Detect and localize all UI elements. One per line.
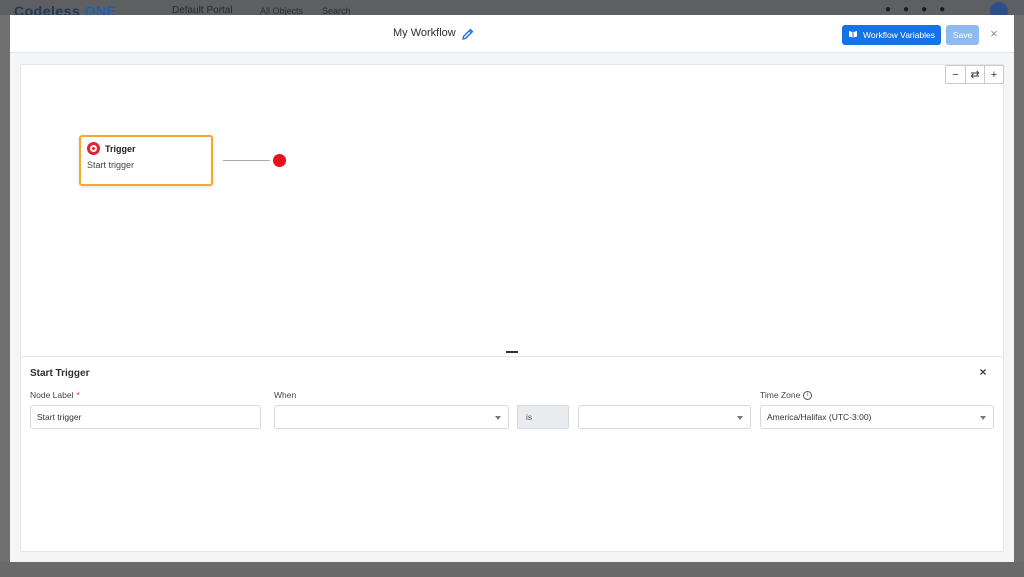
- node-label-input[interactable]: Start trigger: [30, 405, 261, 429]
- workflow-variables-button[interactable]: Workflow Variables: [842, 25, 941, 45]
- panel-close-icon[interactable]: ×: [977, 366, 989, 378]
- avatar: [990, 2, 1008, 15]
- add-node-handle[interactable]: [273, 154, 286, 167]
- close-icon[interactable]: ×: [987, 27, 1001, 41]
- node-title: Trigger: [105, 144, 136, 154]
- node-settings-panel: Start Trigger × Node Label * Start trigg…: [20, 356, 1004, 552]
- all-objects-menu: All Objects: [260, 6, 304, 15]
- node-subtitle: Start trigger: [87, 160, 135, 170]
- when-label: When: [274, 390, 296, 400]
- time-zone-label-text: Time Zone: [760, 390, 801, 400]
- node-label-value: Start trigger: [37, 412, 82, 422]
- portal-selector: Default Portal: [172, 5, 233, 15]
- chevron-down-icon: [495, 416, 501, 420]
- variables-icon: [848, 30, 858, 40]
- top-icons: ●●●●: [885, 4, 958, 15]
- zoom-in-button[interactable]: +: [984, 66, 1003, 83]
- workflow-canvas[interactable]: − ⇄ + Trigger Start trigger: [20, 64, 1004, 356]
- node-label-label: Node Label *: [30, 390, 80, 400]
- modal-header: My Workflow Workflow Variables Save ×: [10, 15, 1014, 53]
- node-label-text: Node Label: [30, 390, 74, 400]
- operator-text: is: [526, 412, 533, 422]
- info-icon[interactable]: i: [803, 390, 813, 400]
- workflow-variables-label: Workflow Variables: [863, 30, 935, 40]
- reset-view-button[interactable]: ⇄: [965, 66, 984, 83]
- trigger-node[interactable]: Trigger Start trigger: [79, 135, 213, 186]
- workflow-title: My Workflow: [393, 27, 456, 39]
- background-footer: [0, 562, 1024, 577]
- when-select[interactable]: [274, 405, 509, 429]
- when-label-text: When: [274, 390, 297, 400]
- operator-field: is: [517, 405, 569, 429]
- time-zone-label: Time Zone i: [760, 390, 813, 400]
- panel-resize-handle[interactable]: [506, 351, 518, 353]
- chevron-down-icon: [980, 416, 986, 420]
- chevron-down-icon: [737, 416, 743, 420]
- required-marker: *: [76, 390, 80, 400]
- title-wrap: My Workflow: [393, 27, 474, 40]
- time-zone-select[interactable]: America/Halifax (UTC-3:00): [760, 405, 994, 429]
- workflow-modal: My Workflow Workflow Variables Save × − …: [10, 15, 1014, 562]
- background-app-bar: Codeless ONE Default Portal All Objects …: [0, 0, 1024, 15]
- save-button[interactable]: Save: [946, 25, 979, 45]
- pencil-icon[interactable]: [461, 27, 474, 40]
- app-logo: Codeless ONE: [14, 3, 117, 15]
- zoom-controls: − ⇄ +: [945, 65, 1004, 84]
- zoom-out-button[interactable]: −: [946, 66, 965, 83]
- global-search: Search: [322, 6, 351, 15]
- trigger-icon: [87, 142, 100, 155]
- time-zone-value: America/Halifax (UTC-3:00): [767, 412, 872, 422]
- connector-line: [223, 160, 270, 161]
- condition-select[interactable]: [578, 405, 751, 429]
- panel-title: Start Trigger: [30, 368, 90, 379]
